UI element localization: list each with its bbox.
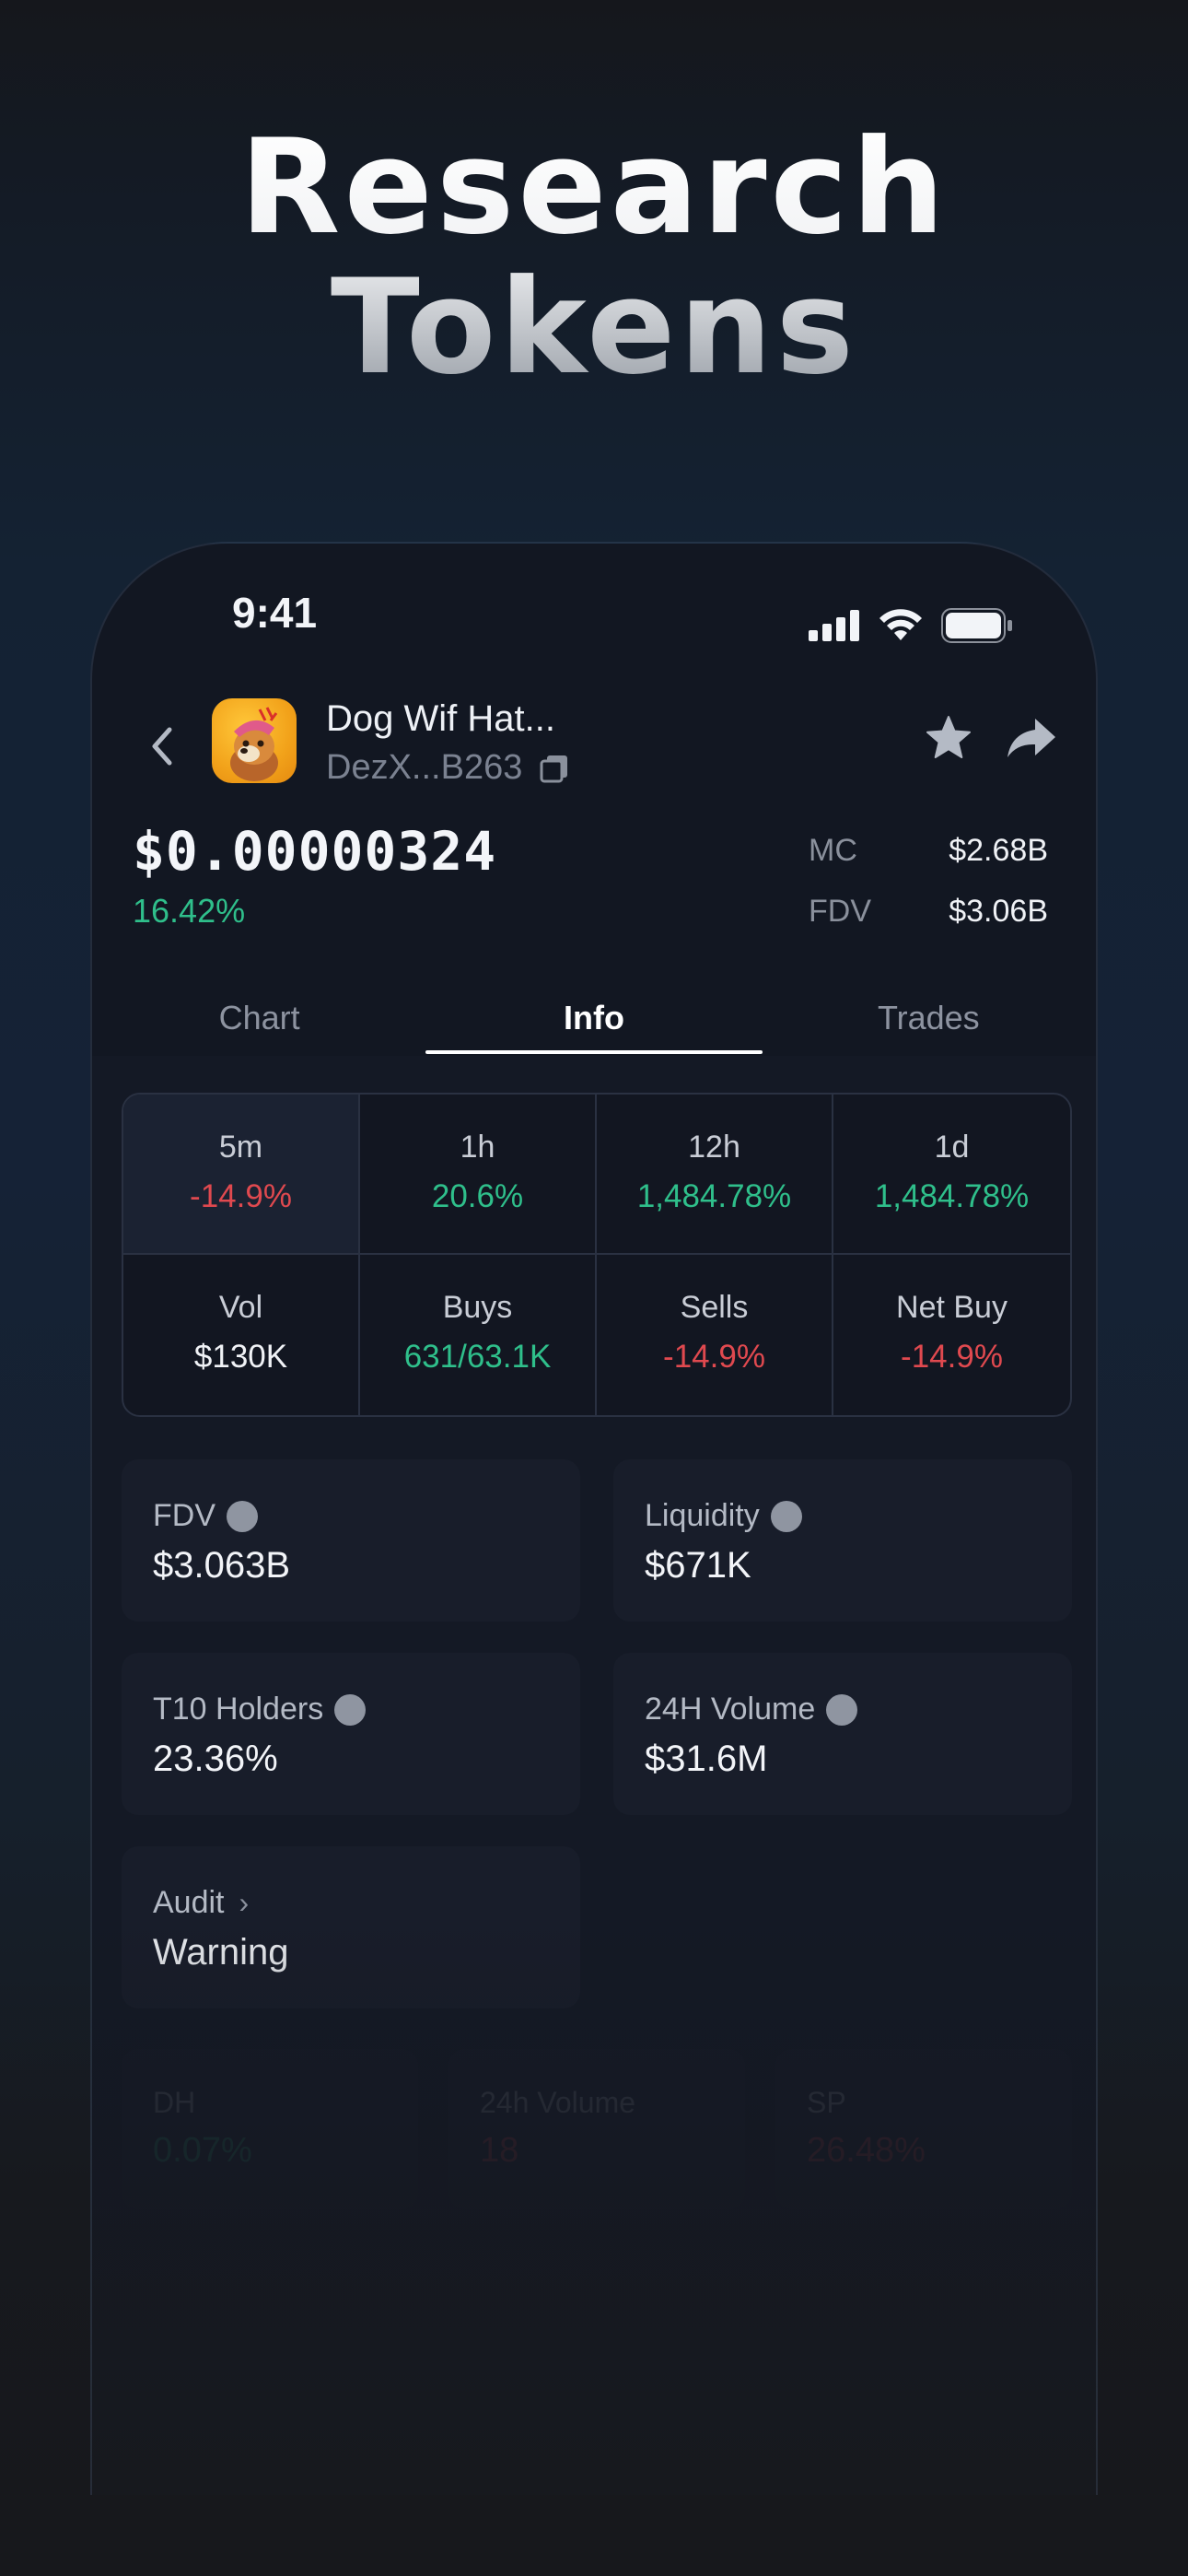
stat-label: Buys [442, 1290, 513, 1325]
stat-cell-1h[interactable]: 1h 20.6% [360, 1095, 597, 1255]
stat-cell-buys: Buys 631/63.1K [360, 1255, 597, 1415]
stat-label: 1d [934, 1130, 970, 1165]
phone-frame: 9:41 Dog Wif Hat... DezX...B263 $0.00000… [90, 542, 1098, 2495]
faded-card-label: 24h Volume [480, 2086, 636, 2119]
stat-label: 12h [688, 1130, 740, 1165]
headline-line-2: Tokens [330, 252, 858, 404]
price-change: 16.42% [133, 892, 246, 930]
status-time: 9:41 [232, 589, 318, 637]
token-name: Dog Wif Hat... [326, 698, 555, 739]
active-tab-indicator [425, 1050, 763, 1054]
stat-label: Sells [680, 1290, 749, 1325]
token-price: $0.00000324 [133, 820, 497, 883]
stat-cell-5m[interactable]: 5m -14.9% [123, 1095, 360, 1255]
info-icon[interactable] [770, 1500, 802, 1532]
stat-cell-12h[interactable]: 12h 1,484.78% [597, 1095, 833, 1255]
chevron-left-icon [152, 727, 172, 766]
card-label: 24H Volume [645, 1692, 1041, 1727]
back-button[interactable] [136, 719, 192, 774]
card-label: T10 Holders [153, 1692, 549, 1727]
fdv-card: FDV $3.063B [122, 1459, 580, 1622]
status-icons [809, 608, 1013, 643]
stats-grid: 5m -14.9% 1h 20.6% 12h 1,484.78% 1d 1,48… [122, 1093, 1072, 1417]
stat-label: Net Buy [896, 1290, 1007, 1325]
stat-label: 5m [218, 1130, 263, 1165]
stat-value: $130K [193, 1339, 288, 1375]
market-cap-row: MC $2.68B [809, 833, 1048, 869]
mc-value: $2.68B [949, 833, 1048, 868]
battery-icon [941, 608, 1012, 643]
fdv-card-label: FDV [153, 1498, 215, 1533]
faded-card-value: 0.07% [153, 2131, 252, 2170]
fdv-card-value: $3.063B [153, 1545, 291, 1586]
card-label: FDV [153, 1498, 549, 1534]
info-icon[interactable] [826, 1693, 858, 1726]
faded-card-label: SP [807, 2086, 846, 2119]
volume-card-label: 24H Volume [645, 1692, 816, 1727]
stat-cell-net-buy: Net Buy -14.9% [833, 1255, 1070, 1415]
wifi-icon [879, 609, 922, 640]
card-label: Liquidity [645, 1498, 1041, 1534]
audit-card-value: Warning [153, 1932, 289, 1973]
stat-value: -14.9% [901, 1339, 1003, 1375]
audit-card-label: Audit [153, 1885, 225, 1920]
stat-value: 631/63.1K [403, 1339, 552, 1375]
star-icon [926, 716, 971, 758]
faded-card-dh: DH 0.07% [122, 2049, 418, 2209]
fdv-value: $3.06B [949, 894, 1048, 929]
stat-cell-sells: Sells -14.9% [597, 1255, 833, 1415]
faded-card-value: 26.48% [807, 2131, 926, 2170]
dog-logo-icon [230, 707, 278, 781]
volume-card: 24H Volume $31.6M [613, 1653, 1072, 1815]
liquidity-card: Liquidity $671K [613, 1459, 1072, 1622]
fdv-row: FDV $3.06B [809, 894, 1048, 930]
liquidity-card-label: Liquidity [645, 1498, 760, 1533]
faded-card-volume: 24h Volume 18 [448, 2049, 745, 2209]
stat-value: -14.9% [663, 1339, 765, 1375]
stat-value: 1,484.78% [636, 1178, 792, 1214]
faded-stats-row: DH 0.07% 24h Volume 18 SP 26.48% [122, 2049, 1072, 2209]
mc-label: MC [809, 833, 857, 868]
headline: Research Tokens [0, 118, 1188, 398]
share-button[interactable] [1004, 713, 1059, 769]
chevron-right-icon: › [239, 1886, 250, 1919]
token-address: DezX...B263 [326, 748, 523, 787]
holders-card: T10 Holders 23.36% [122, 1653, 580, 1815]
faded-card-value: 18 [480, 2131, 519, 2170]
stat-cell-vol: Vol $130K [123, 1255, 360, 1415]
stat-label: 1h [460, 1130, 495, 1165]
favorite-button[interactable] [923, 713, 974, 769]
card-label: Audit › [153, 1885, 549, 1921]
token-address-row: DezX...B263 [326, 748, 570, 788]
copy-icon[interactable] [539, 753, 570, 784]
info-icon[interactable] [227, 1500, 258, 1532]
stat-value: 1,484.78% [874, 1178, 1030, 1214]
stat-value: 20.6% [431, 1178, 524, 1214]
fdv-label: FDV [809, 894, 871, 929]
token-logo [212, 698, 297, 783]
faded-card-sp: SP 26.48% [775, 2049, 1072, 2209]
signal-icon [809, 610, 859, 641]
holders-card-label: T10 Holders [153, 1692, 324, 1727]
info-icon[interactable] [334, 1693, 367, 1726]
stat-cell-1d[interactable]: 1d 1,484.78% [833, 1095, 1070, 1255]
audit-card[interactable]: Audit › Warning [122, 1846, 580, 2008]
faded-card-label: DH [153, 2086, 196, 2119]
liquidity-card-value: $671K [645, 1545, 751, 1586]
stat-value: -14.9% [190, 1178, 292, 1214]
share-arrow-icon [1007, 719, 1055, 757]
headline-line-1: Research [239, 111, 949, 263]
volume-card-value: $31.6M [645, 1739, 768, 1779]
holders-card-value: 23.36% [153, 1739, 278, 1779]
stat-label: Vol [218, 1290, 263, 1325]
